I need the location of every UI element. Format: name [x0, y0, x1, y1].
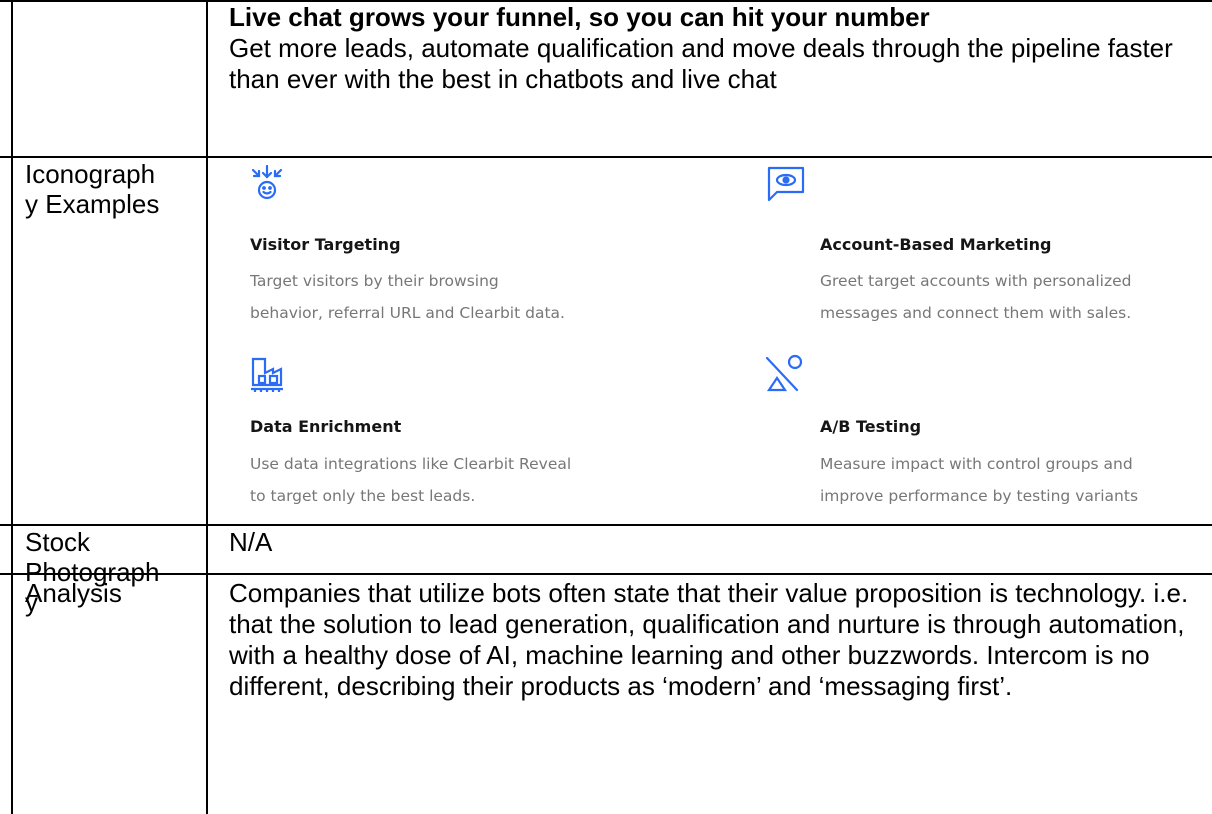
row-border-1: [0, 156, 1212, 158]
ab-testing-icon: [765, 354, 803, 392]
account-based-marketing-icon: [767, 166, 805, 202]
feature-title: Data Enrichment: [250, 417, 402, 436]
feature-title: Account-Based Marketing: [820, 235, 1052, 254]
row-border-2: [0, 524, 1212, 526]
analysis-label: Analysis: [25, 578, 122, 608]
stock-photography-value: N/A: [229, 527, 273, 557]
feature-description: Use data integrations like Clearbit Reve…: [250, 455, 572, 505]
col-border-left: [11, 0, 13, 814]
feature-description: Greet target accounts with personalized …: [820, 272, 1132, 322]
hero-subtitle: Get more leads, automate qualification a…: [229, 33, 1173, 94]
iconography-label: Iconograph y Examples: [25, 159, 160, 219]
feature-description: Measure impact with control groups and i…: [820, 455, 1139, 505]
data-enrichment-icon: [251, 357, 283, 392]
feature-title: A/B Testing: [820, 417, 922, 436]
hero-title: Live chat grows your funnel, so you can …: [229, 2, 930, 32]
feature-description: Target visitors by their browsing behavi…: [250, 272, 565, 322]
analysis-text: Companies that utilize bots often state …: [229, 578, 1189, 701]
feature-title: Visitor Targeting: [250, 235, 401, 254]
visitor-targeting-icon: [251, 164, 283, 200]
col-border-mid: [206, 0, 208, 814]
